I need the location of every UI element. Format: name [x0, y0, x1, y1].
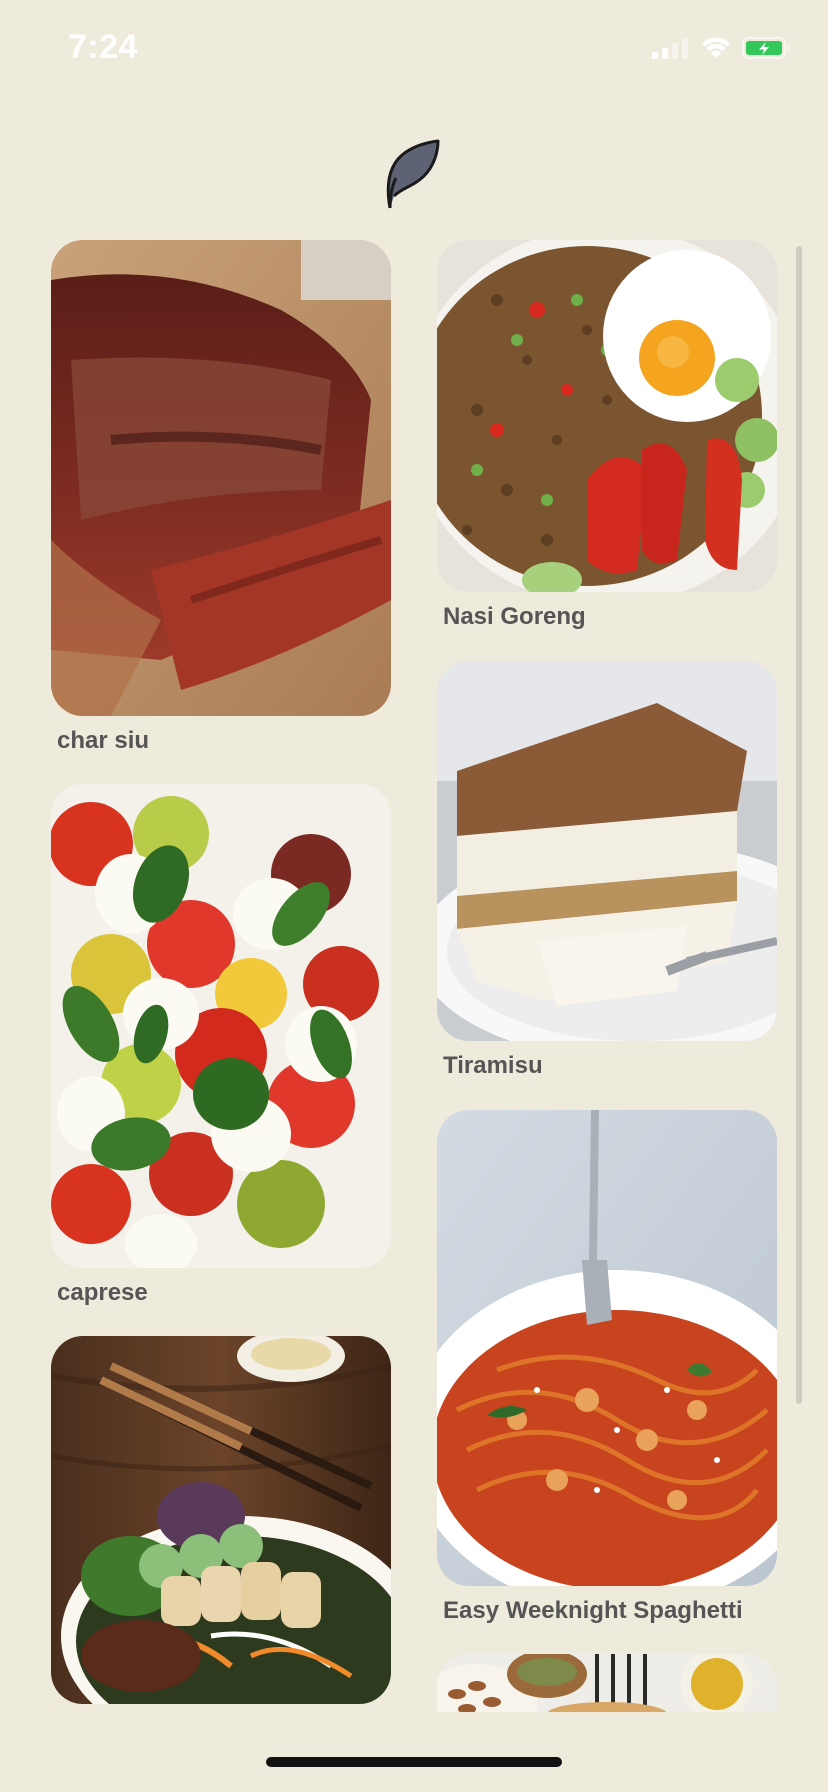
caprese-photo[interactable] — [51, 784, 391, 1268]
recipe-title[interactable]: caprese — [57, 1278, 391, 1308]
nasi-goreng-photo[interactable] — [437, 240, 777, 592]
recipe-card-nasi-goreng[interactable]: Nasi Goreng — [437, 240, 777, 632]
home-indicator[interactable] — [266, 1757, 562, 1767]
spring-roll-bowl-photo[interactable] — [51, 1336, 391, 1704]
recipe-card-char-siu[interactable]: char siu — [51, 240, 391, 756]
recipe-title[interactable]: Nasi Goreng — [443, 602, 777, 632]
recipe-grid[interactable]: char siu caprese Nasi Goreng Tiramisu Ea… — [0, 0, 828, 1712]
spaghetti-photo[interactable] — [437, 1110, 777, 1586]
char-siu-photo[interactable] — [51, 240, 391, 716]
tiramisu-photo[interactable] — [437, 661, 777, 1041]
bottom-safe-area — [0, 1712, 828, 1792]
recipe-card-easy-weeknight-spaghetti[interactable]: Easy Weeknight Spaghetti — [437, 1110, 777, 1626]
recipe-title[interactable]: char siu — [57, 726, 391, 756]
recipe-title[interactable]: Tiramisu — [443, 1051, 777, 1081]
recipe-card-tiramisu[interactable]: Tiramisu — [437, 661, 777, 1081]
recipe-card-spring-roll-bowl[interactable] — [51, 1336, 391, 1712]
almonds-and-oil-photo[interactable] — [437, 1654, 777, 1712]
scroll-indicator[interactable] — [796, 246, 802, 1404]
leaf-logo-icon — [386, 139, 440, 209]
recipe-card-almonds-and-oil[interactable] — [437, 1654, 777, 1712]
recipe-title[interactable]: Easy Weeknight Spaghetti — [443, 1596, 777, 1626]
recipe-card-caprese[interactable]: caprese — [51, 784, 391, 1308]
